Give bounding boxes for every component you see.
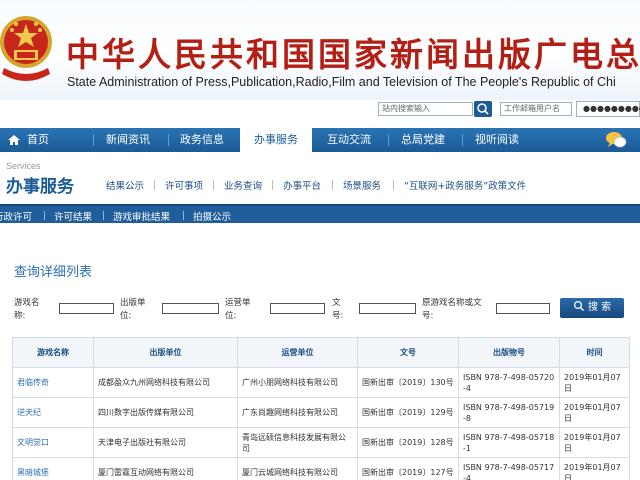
results-table: 游戏名称 出版单位 运营单位 文号 出版物号 时间 君临传奇 成都盈众九州网络科… (12, 337, 630, 480)
subnav-divider (393, 180, 394, 190)
cell-operator: 广州小朋网络科技有限公司 (237, 367, 358, 398)
cell-publisher: 成都盈众九州网络科技有限公司 (93, 367, 238, 398)
nav-home[interactable]: 首页 (27, 128, 49, 152)
cell-doc-no: 国新出审〔2019〕130号 (357, 367, 459, 398)
nav-av-reading[interactable]: 视听阅读 (475, 128, 519, 152)
search-icon (477, 103, 489, 115)
orig-name-input[interactable] (496, 303, 550, 314)
table-row: 文明觉口 天津电子出版社有限公司 青岛远硕信息科技发展有限公司 国新出审〔201… (12, 427, 630, 458)
col-header-operator: 运营单位 (237, 337, 358, 368)
col-header-game-name: 游戏名称 (12, 337, 94, 368)
cell-game-name[interactable]: 君临传奇 (12, 367, 94, 398)
nav-gov-info[interactable]: 政务信息 (180, 128, 224, 152)
cell-game-name[interactable]: 逆天纪 (12, 397, 94, 428)
filter-label-orig-name: 原游戏名称或文号: (422, 298, 482, 321)
site-header: 中华人民共和国国家新闻出版广电总局 State Administration o… (0, 0, 640, 100)
cell-game-name[interactable]: 黑暗城堡 (12, 457, 94, 480)
subnav-results[interactable]: 结果公示 (106, 178, 144, 192)
publisher-input[interactable] (162, 303, 219, 314)
cell-date: 2019年01月07日 (559, 367, 630, 398)
nav-interaction[interactable]: 互动交流 (327, 128, 371, 152)
services-subbar: 行政许可 许可结果 游戏审批结果 拍摄公示 (0, 204, 640, 223)
main-nav: 首页 新闻资讯 政务信息 办事服务 互动交流 总局党建 视听阅读 (0, 128, 640, 152)
operator-input[interactable] (270, 303, 325, 314)
filter-label-operator: 运营单位: (225, 298, 251, 321)
nav-divider (462, 134, 463, 146)
subnav-divider (154, 180, 155, 190)
cell-isbn: ISBN 978-7-498-05718-1 (458, 427, 560, 458)
page: 中华人民共和国国家新闻出版广电总局 State Administration o… (0, 0, 640, 480)
list-title: 查询详细列表 (14, 265, 93, 280)
cell-publisher: 四川数字出版传媒有限公司 (93, 397, 238, 428)
subbar-admin-license[interactable]: 行政许可 (0, 209, 32, 223)
cell-operator: 广东尚趣网络科技有限公司 (237, 397, 358, 428)
search-button-label: 搜 索 (588, 302, 612, 313)
subbar-divider (103, 211, 104, 220)
subnav-divider (332, 180, 333, 190)
col-header-isbn: 出版物号 (458, 337, 560, 368)
subbar-filming[interactable]: 拍摄公示 (193, 209, 231, 223)
game-name-input[interactable] (59, 303, 114, 314)
subnav-divider (213, 180, 214, 190)
subnav-scenarios[interactable]: 场景服务 (343, 178, 381, 192)
search-icon (573, 300, 584, 311)
cell-isbn: ISBN 978-7-498-05717-4 (458, 457, 560, 480)
cell-doc-no: 国新出审〔2019〕127号 (357, 457, 459, 480)
subbar-divider (44, 211, 45, 220)
subnav-divider (272, 180, 273, 190)
chat-bubble-icon[interactable] (605, 130, 627, 150)
national-emblem-icon (0, 16, 52, 81)
table-row: 君临传奇 成都盈众九州网络科技有限公司 广州小朋网络科技有限公司 国新出审〔20… (12, 367, 630, 398)
cell-game-name[interactable]: 文明觉口 (12, 427, 94, 458)
subnav-query[interactable]: 业务查询 (224, 178, 262, 192)
home-icon (8, 135, 20, 145)
col-header-publisher: 出版单位 (93, 337, 238, 368)
table-row: 逆天纪 四川数字出版传媒有限公司 广东尚趣网络科技有限公司 国新出审〔2019〕… (12, 397, 630, 428)
cell-doc-no: 国新出审〔2019〕129号 (357, 397, 459, 428)
subnav-platform[interactable]: 办事平台 (283, 178, 321, 192)
services-label-en: Services (6, 161, 41, 171)
table-row: 黑暗城堡 厦门雷霆互动网络有限公司 厦门云城网络科技有限公司 国新出审〔2019… (12, 457, 630, 480)
subbar-license-results[interactable]: 许可结果 (54, 209, 92, 223)
nav-party[interactable]: 总局党建 (401, 128, 445, 152)
filter-label-publisher: 出版单位: (120, 298, 146, 321)
subnav-policy-docs[interactable]: “互联网+政务服务”政策文件 (404, 178, 526, 192)
cell-operator: 青岛远硕信息科技发展有限公司 (237, 427, 358, 458)
nav-news[interactable]: 新闻资讯 (106, 128, 150, 152)
nav-divider (168, 134, 169, 146)
col-header-date: 时间 (559, 337, 630, 368)
site-search-button[interactable] (474, 101, 492, 117)
cell-doc-no: 国新出审〔2019〕128号 (357, 427, 459, 458)
filter-label-game-name: 游戏名称: (14, 298, 40, 321)
cell-date: 2019年01月07日 (559, 457, 630, 480)
password-input[interactable]: ●●●●●●●●● (576, 101, 640, 117)
services-label-cn: 办事服务 (6, 177, 74, 197)
site-subtitle: State Administration of Press,Publicatio… (67, 75, 616, 89)
cell-isbn: ISBN 978-7-498-05720-4 (458, 367, 560, 398)
table-header-row: 游戏名称 出版单位 运营单位 文号 出版物号 时间 (12, 337, 630, 368)
cell-publisher: 天津电子出版社有限公司 (93, 427, 238, 458)
subnav-licenses[interactable]: 许可事项 (165, 178, 203, 192)
cell-date: 2019年01月07日 (559, 427, 630, 458)
nav-divider (388, 134, 389, 146)
doc-no-input[interactable] (359, 303, 416, 314)
col-header-doc-no: 文号 (357, 337, 459, 368)
site-search-input[interactable]: 站内搜索输入 (378, 102, 473, 116)
cell-publisher: 厦门雷霆互动网络有限公司 (93, 457, 238, 480)
filter-label-doc-no: 文号: (332, 298, 344, 321)
email-username-input[interactable]: 工作邮箱用户名 (500, 102, 572, 116)
cell-date: 2019年01月07日 (559, 397, 630, 428)
site-title: 中华人民共和国国家新闻出版广电总局 (66, 35, 640, 74)
subbar-divider (183, 211, 184, 220)
nav-services[interactable]: 办事服务 (240, 128, 312, 152)
cell-operator: 厦门云城网络科技有限公司 (237, 457, 358, 480)
search-button[interactable]: 搜 索 (560, 298, 624, 318)
subbar-game-approval[interactable]: 游戏审批结果 (113, 209, 170, 223)
cell-isbn: ISBN 978-7-498-05719-8 (458, 397, 560, 428)
nav-divider (93, 134, 94, 146)
